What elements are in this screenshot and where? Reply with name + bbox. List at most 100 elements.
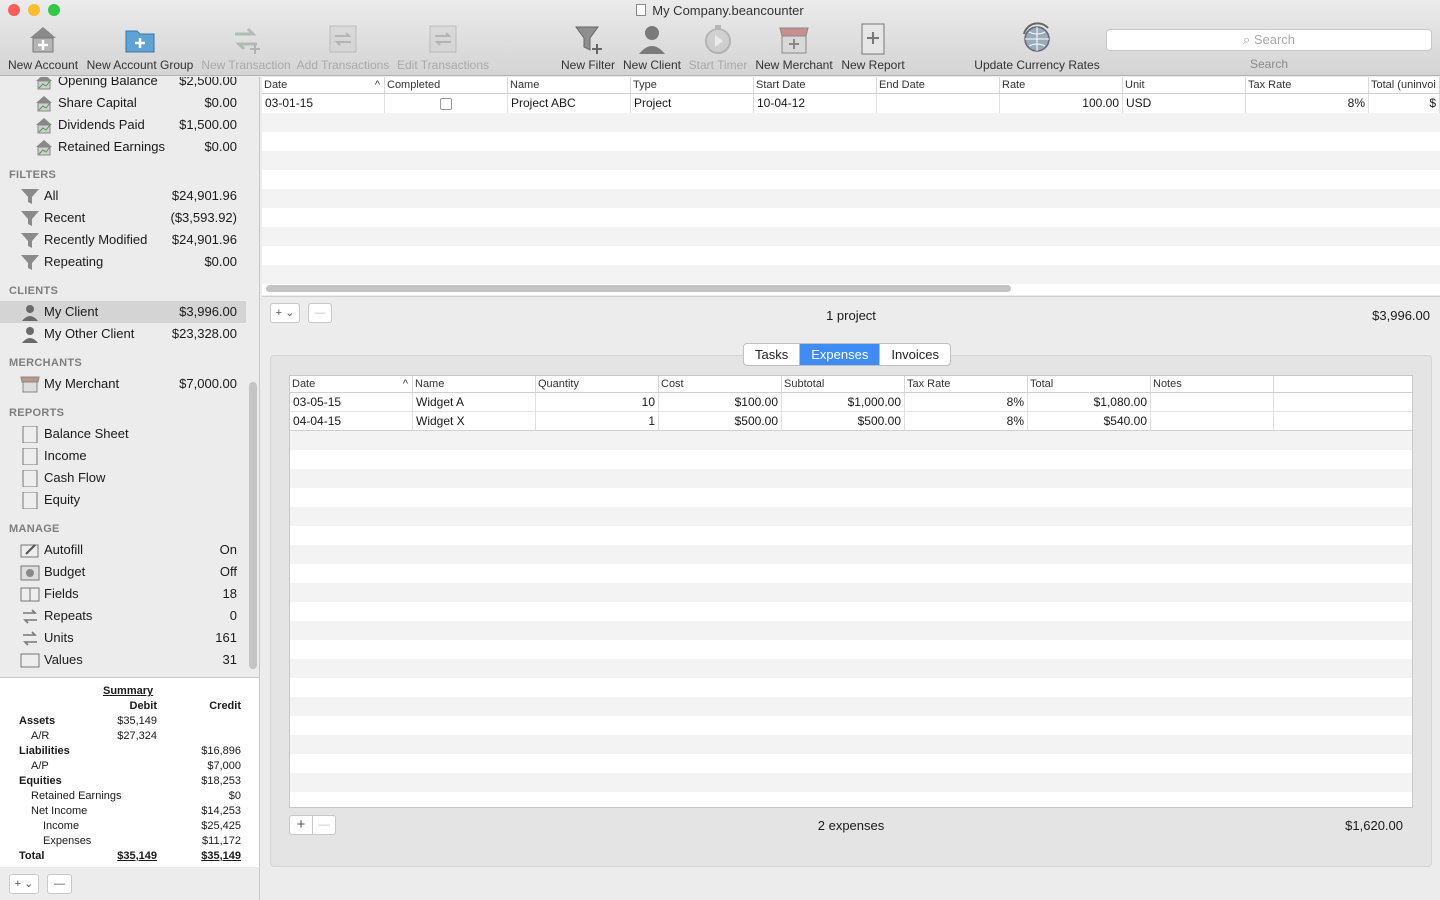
cell-name[interactable]: Widget X <box>413 412 536 431</box>
sidebar-item-units[interactable]: Units 161 <box>0 627 246 649</box>
new-account-icon <box>30 27 56 53</box>
column-header-subtotal[interactable]: Subtotal <box>782 376 905 393</box>
new-filter-label: New Filter <box>560 58 615 72</box>
sidebar-item-share-capital[interactable]: Share Capital $0.00 <box>0 92 246 114</box>
pencil-icon <box>20 544 39 558</box>
sidebar-scrollbar[interactable] <box>249 382 257 669</box>
sidebar-item-budget[interactable]: Budget Off <box>0 561 246 583</box>
new-transaction-button[interactable]: New Transaction <box>200 22 292 74</box>
cell-total[interactable]: $1,080.00 <box>1028 393 1151 412</box>
column-header-unit[interactable]: Unit <box>1123 77 1246 94</box>
column-header-total[interactable]: Total (uninvoi <box>1369 77 1440 94</box>
detail-tabs: Tasks Expenses Invoices <box>743 343 952 366</box>
cell-unit[interactable]: USD <box>1123 94 1246 113</box>
cell-tax-rate[interactable]: 8% <box>1246 94 1369 113</box>
cell-end-date[interactable] <box>877 94 1000 113</box>
column-header-label: Date <box>264 79 288 91</box>
column-header-tax-rate[interactable]: Tax Rate <box>905 376 1028 393</box>
column-header-quantity[interactable]: Quantity <box>536 376 659 393</box>
cell-tax-rate[interactable]: 8% <box>905 412 1028 431</box>
column-header-name[interactable]: Name <box>413 376 536 393</box>
new-merchant-button[interactable]: New Merchant <box>754 22 834 74</box>
update-currency-rates-button[interactable]: Update Currency Rates <box>974 22 1100 74</box>
sidebar-item-recently-modified[interactable]: Recently Modified $24,901.96 <box>0 229 246 251</box>
cell-cost[interactable]: $500.00 <box>659 412 782 431</box>
column-header-start-date[interactable]: Start Date <box>754 77 877 94</box>
sidebar-item-equity[interactable]: Equity <box>0 489 246 511</box>
cell-notes[interactable] <box>1151 393 1274 412</box>
cell-date[interactable]: 04-04-15 <box>290 412 413 431</box>
new-account-label: New Account <box>8 58 79 72</box>
column-header-end-date[interactable]: End Date <box>877 77 1000 94</box>
projects-total: $3,996.00 <box>1372 308 1430 323</box>
cell-total[interactable]: $ <box>1369 94 1440 113</box>
sidebar-item-retained-earnings[interactable]: Retained Earnings $0.00 <box>0 136 246 158</box>
start-timer-button[interactable]: Start Timer <box>688 22 748 74</box>
column-header-type[interactable]: Type <box>631 77 754 94</box>
tab-tasks[interactable]: Tasks <box>744 344 801 365</box>
tab-expenses[interactable]: Expenses <box>800 344 881 365</box>
new-client-button[interactable]: New Client <box>622 22 682 74</box>
completed-checkbox[interactable] <box>440 98 452 110</box>
column-header-completed[interactable]: Completed <box>385 77 508 94</box>
sidebar-item-all[interactable]: All $24,901.96 <box>0 185 246 207</box>
cell-notes[interactable] <box>1151 412 1274 431</box>
new-account-group-button[interactable]: New Account Group <box>86 22 194 74</box>
sidebar-item-values[interactable]: Values 31 <box>0 649 246 671</box>
currency-icon <box>23 631 37 646</box>
cell-total[interactable]: $540.00 <box>1028 412 1151 431</box>
projects-horizontal-scrollbar[interactable] <box>266 285 1011 292</box>
cell-name[interactable]: Widget A <box>413 393 536 412</box>
column-header-rate[interactable]: Rate <box>1000 77 1123 94</box>
sidebar-item-balance-sheet[interactable]: Balance Sheet <box>0 423 246 445</box>
column-header-name[interactable]: Name <box>508 77 631 94</box>
sidebar-item-label: Budget <box>44 564 86 579</box>
new-filter-button[interactable]: New Filter <box>560 22 616 74</box>
sidebar-remove-button[interactable]: — <box>47 874 72 894</box>
add-transactions-button[interactable]: Add Transactions <box>296 22 390 74</box>
search-input[interactable]: ⌕ Search <box>1106 29 1432 51</box>
projects-table: Date ^ Completed Name Type Start Date End… <box>262 77 1440 295</box>
edit-transactions-icon <box>429 25 457 53</box>
cell-date[interactable]: 03-01-15 <box>262 94 385 113</box>
cell-name[interactable]: Project ABC <box>508 94 631 113</box>
cell-quantity[interactable]: 1 <box>536 412 659 431</box>
sidebar-item-my-client[interactable]: My Client $3,996.00 <box>0 301 246 323</box>
search-icon: ⌕ <box>1242 32 1254 47</box>
cell-quantity[interactable]: 10 <box>536 393 659 412</box>
cell-subtotal[interactable]: $1,000.00 <box>782 393 905 412</box>
sidebar-item-autofill[interactable]: Autofill On <box>0 539 246 561</box>
new-account-button[interactable]: New Account <box>8 22 78 74</box>
edit-transactions-button[interactable]: Edit Transactions <box>396 22 490 74</box>
sidebar-item-my-merchant[interactable]: My Merchant $7,000.00 <box>0 373 246 395</box>
cell-date[interactable]: 03-05-15 <box>290 393 413 412</box>
sidebar-item-fields[interactable]: Fields 18 <box>0 583 246 605</box>
column-header-date[interactable]: Date ^ <box>290 376 413 393</box>
column-header-tax-rate[interactable]: Tax Rate <box>1246 77 1369 94</box>
sidebar-item-value: Off <box>219 564 237 579</box>
sidebar-item-repeats[interactable]: Repeats 0 <box>0 605 246 627</box>
cell-start-date[interactable]: 10-04-12 <box>754 94 877 113</box>
new-report-button[interactable]: New Report <box>840 22 906 74</box>
cell-tax-rate[interactable]: 8% <box>905 393 1028 412</box>
cell-type[interactable]: Project <box>631 94 754 113</box>
column-header-date[interactable]: Date ^ <box>262 77 385 94</box>
sidebar-item-cash-flow[interactable]: Cash Flow <box>0 467 246 489</box>
sidebar-item-label: Repeats <box>44 608 93 623</box>
sidebar-item-opening-balance[interactable]: Opening Balance $2,500.00 <box>0 77 246 92</box>
cell-subtotal[interactable]: $500.00 <box>782 412 905 431</box>
tab-invoices[interactable]: Invoices <box>880 344 950 365</box>
column-header-notes[interactable]: Notes <box>1151 376 1274 393</box>
update-currency-rates-label: Update Currency Rates <box>974 58 1100 72</box>
column-header-cost[interactable]: Cost <box>659 376 782 393</box>
sidebar-add-button[interactable]: + ⌄ <box>9 874 39 894</box>
sidebar-item-income[interactable]: Income <box>0 445 246 467</box>
sidebar-item-repeating[interactable]: Repeating $0.00 <box>0 251 246 273</box>
cell-cost[interactable]: $100.00 <box>659 393 782 412</box>
column-header-total[interactable]: Total <box>1028 376 1151 393</box>
sidebar-item-recent[interactable]: Recent ($3,593.92) <box>0 207 246 229</box>
sidebar-item-dividends-paid[interactable]: Dividends Paid $1,500.00 <box>0 114 246 136</box>
sidebar: Opening Balance $2,500.00 Share Capital $0… <box>0 77 260 677</box>
cell-rate[interactable]: 100.00 <box>1000 94 1123 113</box>
sidebar-item-my-other-client[interactable]: My Other Client $23,328.00 <box>0 323 246 345</box>
